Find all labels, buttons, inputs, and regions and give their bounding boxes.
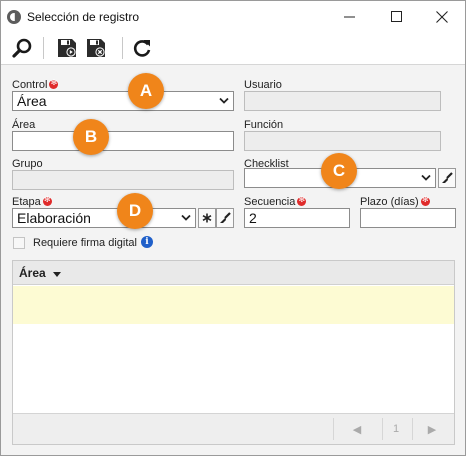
area-grid: Área ◀ 1 ▶ — [12, 260, 455, 445]
firma-checkbox[interactable] — [13, 237, 25, 249]
usuario-label: Usuario — [244, 79, 282, 91]
search-button[interactable] — [9, 35, 35, 61]
table-row[interactable] — [13, 286, 454, 324]
callout-badge-c: C — [321, 153, 357, 189]
save-close-icon — [87, 39, 105, 57]
plazo-field[interactable] — [360, 208, 456, 228]
toolbar-separator — [43, 37, 44, 59]
grid-header: Área — [13, 261, 454, 285]
pager-separator — [333, 418, 334, 440]
refresh-button[interactable] — [129, 35, 155, 61]
maximize-button[interactable] — [373, 1, 419, 32]
minimize-icon — [343, 16, 355, 18]
save-button[interactable] — [54, 35, 80, 61]
chevron-down-icon — [421, 174, 431, 181]
area-label: Área — [12, 119, 36, 131]
minimize-button[interactable] — [326, 1, 372, 32]
save-close-button[interactable] — [83, 35, 109, 61]
etapa-value: Elaboración — [17, 210, 91, 226]
chevron-down-icon — [219, 97, 229, 104]
toolbar — [1, 32, 465, 65]
page-number: 1 — [392, 423, 400, 435]
required-icon — [297, 195, 307, 206]
control-label: Control — [12, 78, 59, 91]
secuencia-field[interactable]: 2 — [244, 208, 350, 228]
maximize-icon — [390, 11, 402, 22]
refresh-icon — [133, 40, 151, 57]
checklist-clear-button[interactable] — [438, 168, 456, 188]
etapa-select[interactable]: Elaboración — [12, 208, 196, 228]
window-title: Selección de registro — [27, 10, 140, 24]
grupo-field — [12, 170, 234, 190]
asterisk-icon — [202, 213, 212, 223]
next-page-icon[interactable]: ▶ — [424, 421, 440, 437]
title-bar: Selección de registro — [1, 1, 465, 32]
column-header-area[interactable]: Área — [19, 266, 62, 280]
grupo-label: Grupo — [12, 158, 43, 170]
required-icon — [420, 195, 430, 206]
info-icon[interactable]: i — [141, 236, 153, 248]
grid-pager: ◀ 1 ▶ — [13, 413, 454, 444]
search-icon — [12, 38, 32, 58]
eraser-icon — [220, 212, 231, 223]
previous-page-icon[interactable]: ◀ — [349, 421, 365, 437]
required-icon — [49, 78, 59, 89]
save-icon — [58, 39, 76, 57]
plazo-label: Plazo (días) — [360, 195, 430, 208]
etapa-label: Etapa — [12, 195, 52, 208]
pager-separator — [382, 418, 383, 440]
close-icon — [436, 10, 448, 23]
control-select[interactable]: Área — [12, 91, 234, 111]
secuencia-label: Secuencia — [244, 195, 307, 208]
funcion-field — [244, 131, 441, 151]
usuario-field — [244, 91, 441, 111]
callout-badge-b: B — [73, 119, 109, 155]
toolbar-separator — [122, 37, 123, 59]
firma-label: Requiere firma digital — [33, 237, 137, 249]
pager-separator — [412, 418, 413, 440]
funcion-label: Función — [244, 119, 284, 131]
app-icon — [7, 10, 21, 24]
eraser-icon — [442, 172, 453, 183]
dialog-window: Selección de registro Control Área — [0, 0, 466, 456]
required-icon — [42, 195, 52, 206]
etapa-clear-button[interactable] — [216, 208, 234, 228]
close-button[interactable] — [419, 1, 465, 32]
callout-badge-a: A — [128, 73, 164, 109]
etapa-all-button[interactable] — [198, 208, 216, 228]
sort-down-icon — [53, 272, 62, 277]
callout-badge-d: D — [117, 193, 153, 229]
chevron-down-icon — [181, 214, 191, 221]
control-value: Área — [17, 93, 47, 109]
area-field[interactable] — [12, 131, 234, 151]
